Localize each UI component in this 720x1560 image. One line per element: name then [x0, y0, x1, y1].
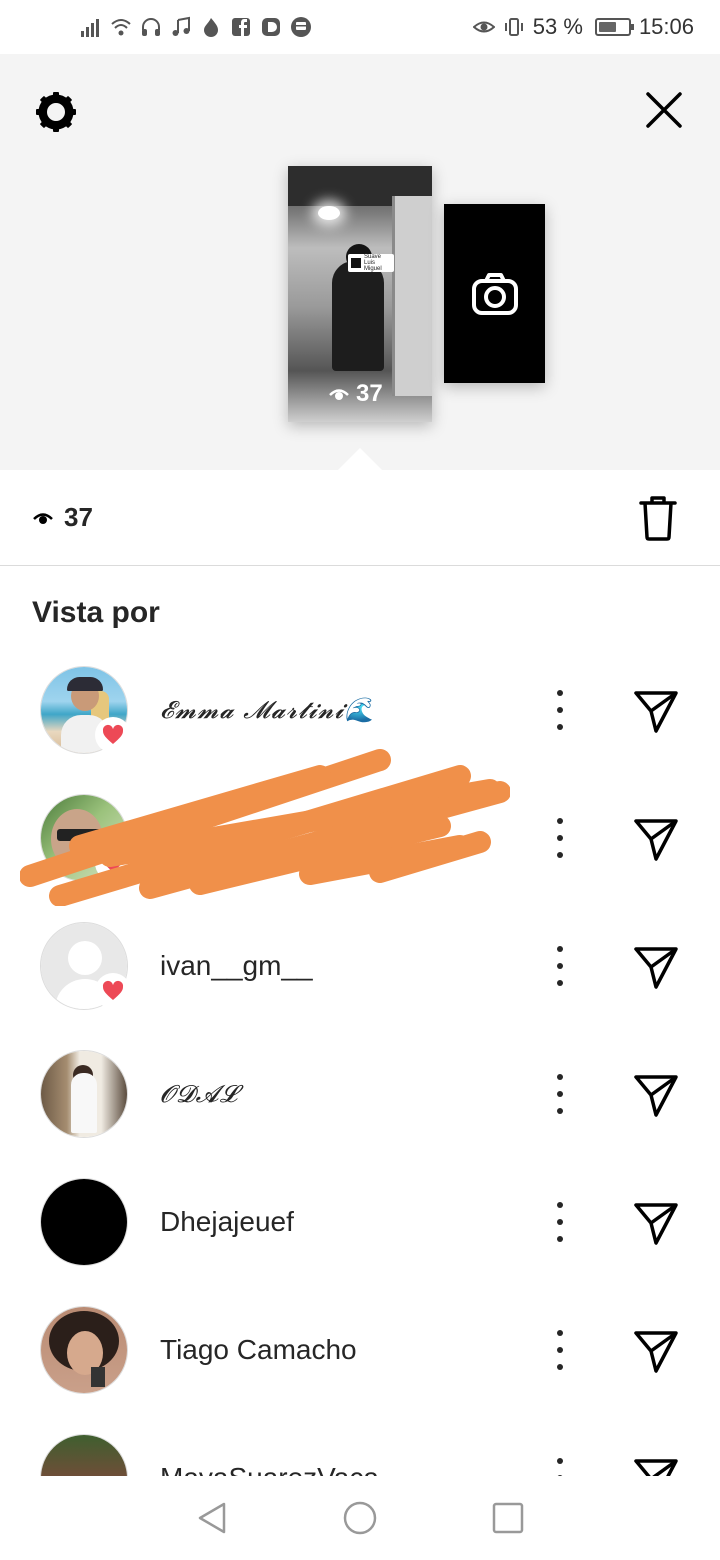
- trash-icon[interactable]: [638, 494, 678, 542]
- story-stats-row: 37: [0, 470, 720, 566]
- status-system-icons: 53 % 15:06: [472, 14, 694, 40]
- more-options-icon[interactable]: [548, 946, 572, 986]
- facebook-icon: [230, 16, 252, 38]
- story-photo-lamp: [318, 206, 340, 220]
- avatar[interactable]: [40, 1178, 128, 1266]
- avatar-photo: [41, 1307, 127, 1393]
- selected-story-pointer: [338, 448, 382, 470]
- signal-icon: [80, 16, 102, 38]
- viewer-list[interactable]: 𝓔𝓶𝓶𝓪 𝓜𝓪𝓻𝓽𝓲𝓷𝓲🌊 … ivan__gm__ 𝓞𝓓𝓐𝓛 Dhejajeu…: [0, 646, 720, 1476]
- wifi-icon: [110, 16, 132, 38]
- send-message-icon[interactable]: [632, 1456, 680, 1476]
- heart-icon: [95, 973, 131, 1009]
- more-options-icon[interactable]: [548, 690, 572, 730]
- battery-icon: [594, 18, 634, 36]
- status-bar: 53 % 15:06: [0, 0, 720, 54]
- viewer-row[interactable]: Dhejajeuef: [0, 1158, 720, 1286]
- camera-icon: [471, 272, 518, 315]
- send-message-icon[interactable]: [632, 1072, 680, 1118]
- section-title: Vista por: [32, 596, 160, 629]
- avatar-photo: [41, 1051, 127, 1137]
- story-thumbnail[interactable]: Suave Luis Miguel 37: [288, 166, 432, 422]
- viewer-username[interactable]: Dhejajeuef: [160, 1206, 480, 1238]
- music-sticker: Suave Luis Miguel: [348, 254, 394, 272]
- back-icon[interactable]: [194, 1500, 230, 1536]
- home-icon[interactable]: [342, 1500, 378, 1536]
- avatar-photo: [41, 1435, 127, 1476]
- story-photo-door: [392, 196, 432, 396]
- views-count: 37: [32, 502, 93, 533]
- battery-percent: 53 %: [532, 14, 583, 39]
- heart-icon: [95, 845, 131, 881]
- avatar[interactable]: [40, 666, 131, 754]
- story-view-counter: 37: [328, 380, 383, 408]
- battery-level: [598, 22, 616, 32]
- vibrate-icon: [503, 16, 525, 38]
- viewer-row[interactable]: ivan__gm__: [0, 902, 720, 1030]
- viewer-username[interactable]: ivan__gm__: [160, 950, 480, 982]
- views-number: 37: [64, 502, 93, 532]
- more-options-icon[interactable]: [548, 1202, 572, 1242]
- more-options-icon[interactable]: [548, 1330, 572, 1370]
- more-options-icon[interactable]: [548, 1458, 572, 1476]
- system-navigation-bar: [0, 1476, 720, 1560]
- more-options-icon[interactable]: [548, 1074, 572, 1114]
- story-photo-person: [332, 261, 384, 371]
- story-preview-area: Suave Luis Miguel 37: [0, 54, 720, 470]
- send-message-icon[interactable]: [632, 1200, 680, 1246]
- music-sticker-icon: [351, 258, 361, 268]
- close-icon[interactable]: [644, 90, 684, 130]
- headphones-icon: [140, 16, 162, 38]
- send-message-icon[interactable]: [632, 816, 680, 862]
- send-message-icon[interactable]: [632, 944, 680, 990]
- viewer-username[interactable]: 𝓔𝓶𝓶𝓪 𝓜𝓪𝓻𝓽𝓲𝓷𝓲🌊: [160, 696, 480, 724]
- flame-icon: [200, 16, 222, 38]
- settings-gear-icon[interactable]: [32, 88, 80, 136]
- avatar[interactable]: [40, 1050, 128, 1138]
- viewer-username[interactable]: 𝓞𝓓𝓐𝓛: [160, 1080, 480, 1108]
- d-app-icon: [260, 16, 282, 38]
- music-sticker-artist: Luis Miguel: [364, 260, 382, 272]
- avatar[interactable]: [40, 1434, 128, 1476]
- music-note-icon: [170, 16, 192, 38]
- eye-icon: [472, 16, 495, 38]
- avatar-photo: [41, 1179, 127, 1265]
- bus-icon: [290, 16, 312, 38]
- avatar[interactable]: [40, 794, 131, 882]
- eye-icon: [329, 389, 349, 400]
- viewer-row[interactable]: …: [0, 774, 720, 902]
- eye-icon: [33, 512, 53, 524]
- add-story-button[interactable]: [444, 204, 545, 383]
- viewer-username[interactable]: MayaSuarezVaca: [160, 1462, 480, 1476]
- send-message-icon[interactable]: [632, 1328, 680, 1374]
- viewer-row[interactable]: 𝓞𝓓𝓐𝓛: [0, 1030, 720, 1158]
- avatar[interactable]: [40, 922, 131, 1010]
- more-options-icon[interactable]: [548, 818, 572, 858]
- viewer-row[interactable]: Tiago Camacho: [0, 1286, 720, 1414]
- viewer-row[interactable]: MayaSuarezVaca: [0, 1414, 720, 1476]
- viewer-username[interactable]: Tiago Camacho: [160, 1334, 480, 1366]
- recents-icon[interactable]: [490, 1500, 526, 1536]
- send-message-icon[interactable]: [632, 688, 680, 734]
- avatar[interactable]: [40, 1306, 128, 1394]
- clock: 15:06: [638, 14, 694, 39]
- status-notification-icons: [80, 16, 312, 38]
- heart-icon: [95, 717, 131, 753]
- viewer-username[interactable]: …: [160, 822, 480, 854]
- viewer-row[interactable]: 𝓔𝓶𝓶𝓪 𝓜𝓪𝓻𝓽𝓲𝓷𝓲🌊: [0, 646, 720, 774]
- story-view-count: 37: [356, 380, 383, 407]
